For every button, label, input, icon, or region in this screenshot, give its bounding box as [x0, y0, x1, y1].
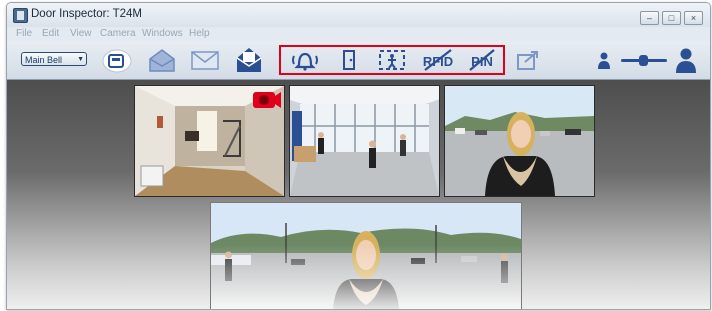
menu-edit[interactable]: Edit — [42, 28, 59, 39]
motion-detection-icon[interactable] — [377, 48, 407, 72]
mail-inbox-icon[interactable] — [233, 45, 265, 75]
mail-icon[interactable] — [190, 49, 220, 71]
door-icon[interactable] — [339, 48, 359, 72]
window-title: Door Inspector: T24M — [31, 8, 143, 20]
door-station-icon[interactable] — [101, 45, 137, 75]
app-icon — [13, 8, 28, 23]
video-area — [7, 80, 710, 309]
lobby-scene-image — [135, 86, 284, 196]
maximize-button[interactable]: □ — [662, 11, 681, 25]
camera-view-panorama[interactable] — [210, 202, 522, 309]
zoom-slider[interactable] — [621, 55, 667, 66]
camera-view-lobby[interactable] — [134, 85, 285, 197]
entrance-scene-image — [445, 86, 594, 196]
user-small-icon — [598, 52, 610, 69]
camera-select-value: Main Bell — [25, 55, 63, 65]
camera-select[interactable]: Main Bell ▼ — [21, 52, 87, 66]
title-bar: Door Inspector: T24M – □ × — [7, 3, 710, 27]
menu-file[interactable]: File — [16, 28, 32, 39]
camera-view-entrance[interactable] — [444, 85, 595, 197]
zoom-slider-thumb[interactable] — [639, 55, 648, 66]
minimize-button[interactable]: – — [640, 11, 659, 25]
rfid-disabled-icon[interactable]: RFID — [421, 48, 455, 72]
panorama-fade-overlay — [211, 203, 521, 309]
hall-scene-image — [290, 86, 439, 196]
menu-view[interactable]: View — [70, 28, 92, 39]
rfid-label: RFID — [423, 54, 453, 69]
pin-disabled-icon[interactable]: PIN — [465, 48, 499, 72]
menu-camera[interactable]: Camera — [100, 28, 136, 39]
user-large-icon — [676, 48, 696, 73]
menu-bar: File Edit View Camera Windows Help — [7, 27, 710, 41]
mail-open-icon[interactable] — [147, 47, 177, 73]
close-button[interactable]: × — [684, 11, 703, 25]
bell-icon[interactable] — [291, 48, 319, 72]
app-window: Door Inspector: T24M – □ × File Edit Vie… — [6, 2, 711, 310]
toolbar: Main Bell ▼ RFID PIN — [7, 41, 710, 80]
share-icon[interactable] — [515, 48, 541, 72]
chevron-down-icon: ▼ — [77, 56, 84, 63]
camera-view-hall[interactable] — [289, 85, 440, 197]
menu-help[interactable]: Help — [189, 28, 210, 39]
menu-windows[interactable]: Windows — [142, 28, 183, 39]
